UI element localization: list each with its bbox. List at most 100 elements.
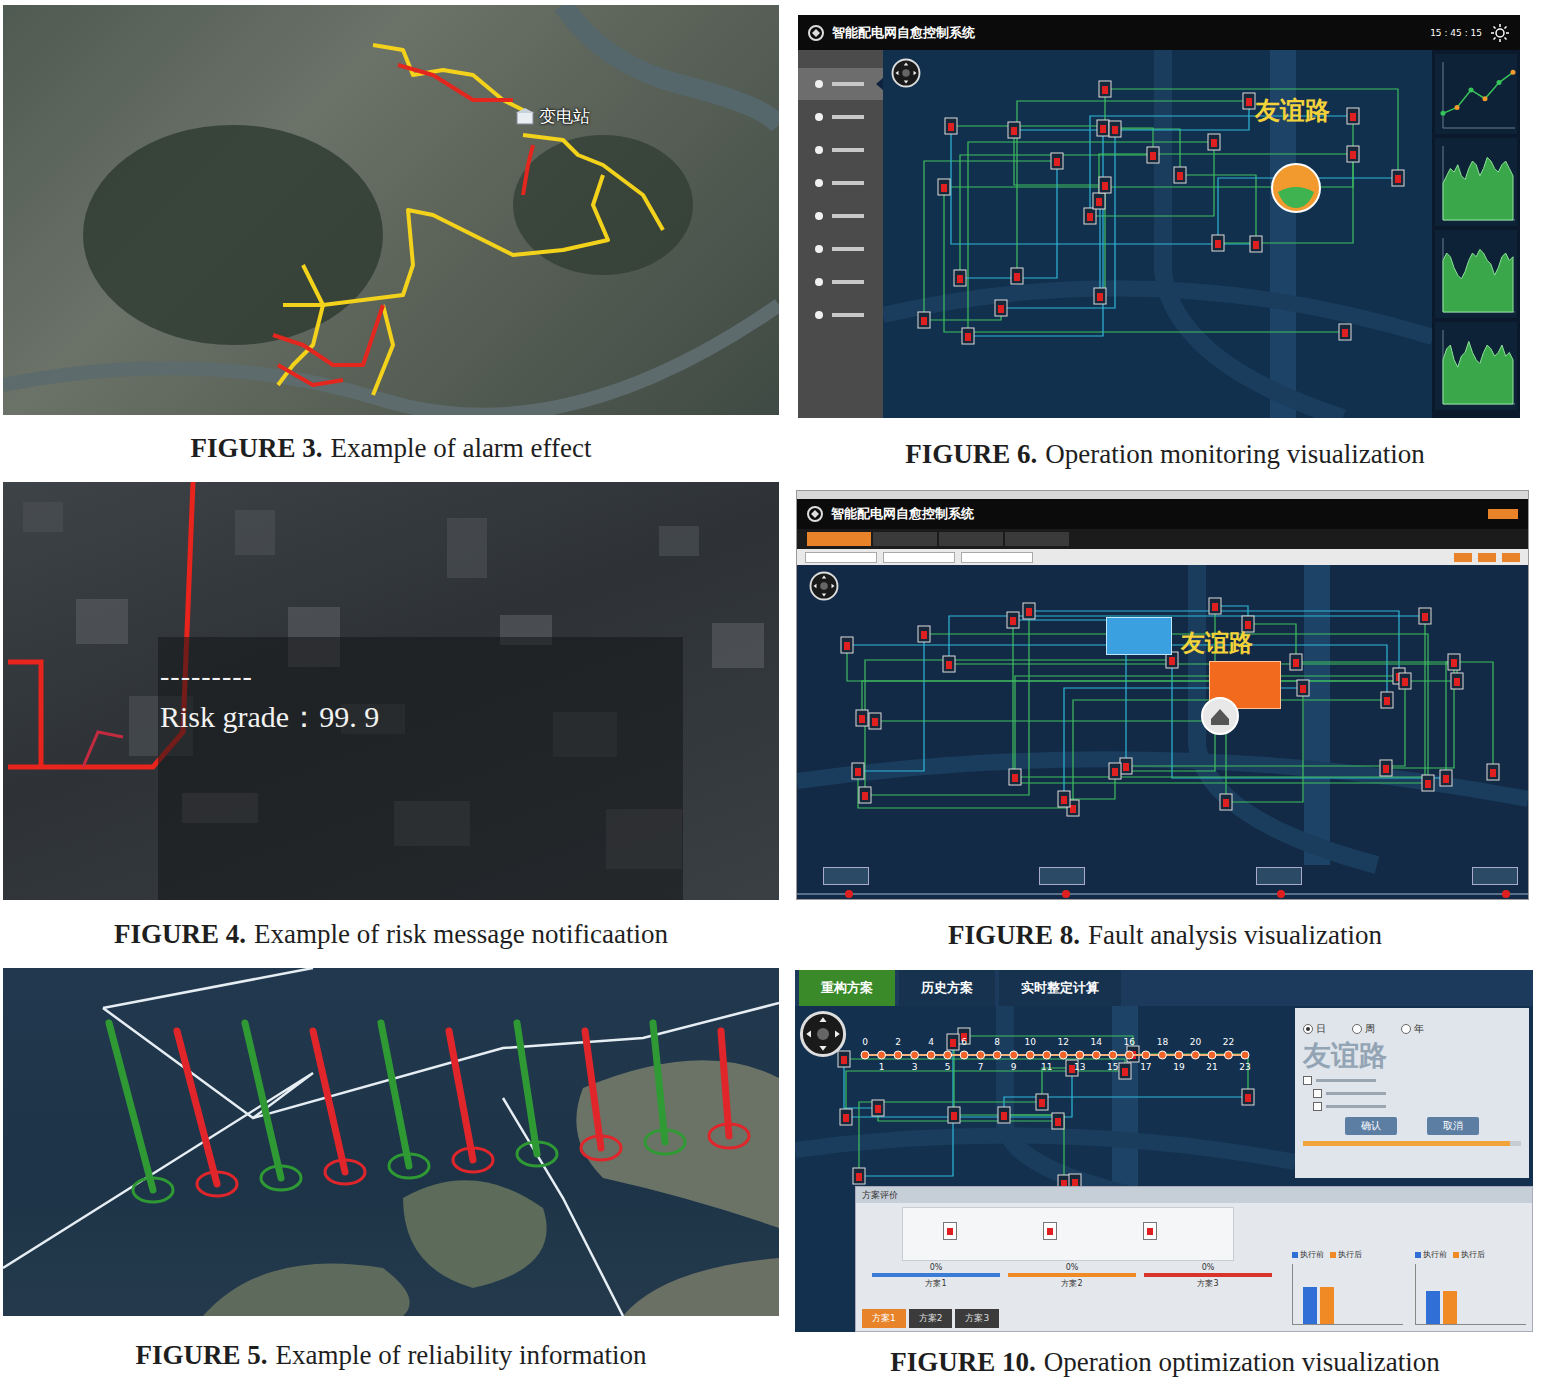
radio-circle: [1352, 1024, 1362, 1034]
switch-state: [843, 1114, 849, 1122]
filter-button[interactable]: [1478, 553, 1496, 562]
radio-option[interactable]: 周: [1352, 1022, 1375, 1036]
trend-point: [1469, 87, 1474, 92]
reliability-pin: [517, 1023, 557, 1166]
timeline-dot: [1010, 1051, 1018, 1059]
figure-caption: FIGURE 4.Example of risk message notific…: [3, 900, 779, 968]
chart-ground: [1435, 230, 1517, 318]
thumbnail[interactable]: [1256, 867, 1302, 885]
switch-node: [948, 1107, 960, 1123]
sidebar-item[interactable]: [798, 299, 883, 331]
filter-field[interactable]: [883, 552, 955, 563]
compass-arrows: [806, 1017, 840, 1051]
thumbnail-strip: [823, 867, 1518, 885]
filter-field[interactable]: [805, 552, 877, 563]
sidebar-item[interactable]: [798, 134, 883, 166]
scheme-tab[interactable]: 方案2: [909, 1309, 953, 1328]
menu-icon: [814, 178, 824, 188]
switch-node: [1422, 775, 1434, 791]
filter-button[interactable]: [1454, 553, 1472, 562]
tab[interactable]: 历史方案: [899, 970, 995, 1006]
header-button[interactable]: [1488, 509, 1518, 519]
left-column: 变电站FIGURE 3.Example of alarm effect-----…: [3, 0, 779, 1394]
switch-node: [838, 1051, 850, 1067]
timeline-tick: 9: [1006, 1062, 1022, 1072]
reliability-pin: [581, 1031, 621, 1160]
compass-icon: [809, 571, 839, 601]
thumbnail[interactable]: [1472, 867, 1518, 885]
compass-ring: [801, 1012, 844, 1055]
timeline-tick: 20: [1187, 1037, 1203, 1047]
pan-control[interactable]: [809, 571, 839, 601]
menu-label-bar: [832, 181, 864, 185]
sidebar-item[interactable]: [798, 266, 883, 298]
roof: [516, 108, 534, 113]
switch-state: [951, 1112, 957, 1120]
trend-point: [1497, 80, 1502, 85]
pin-ring: [133, 1178, 173, 1202]
compass-hub: [820, 582, 828, 590]
feeder-checkbox[interactable]: [1303, 1076, 1521, 1085]
road-band: [1304, 565, 1330, 865]
compass-ring: [893, 60, 920, 87]
switch-node: [1347, 108, 1359, 124]
timeline-tick: 17: [1138, 1062, 1154, 1072]
panel-button[interactable]: 确认: [1345, 1117, 1397, 1135]
compass-icon: [799, 1010, 847, 1058]
switch-node: [1250, 236, 1262, 252]
switch-state: [1223, 799, 1229, 807]
timeline-dot: [977, 1051, 985, 1059]
scheme-tab[interactable]: 方案1: [862, 1309, 906, 1328]
sidebar-item[interactable]: [798, 68, 883, 100]
sidebar-item[interactable]: [798, 167, 883, 199]
switch-state: [965, 333, 971, 341]
timeline-dot: [878, 1051, 886, 1059]
menu-icon: [814, 244, 824, 254]
pan-control[interactable]: [799, 1010, 847, 1058]
pan-control[interactable]: [891, 58, 921, 88]
tab[interactable]: 重构方案: [799, 970, 895, 1006]
tab[interactable]: 实时整定计算: [999, 970, 1121, 1006]
timeline-dot: [911, 1051, 919, 1059]
radio-option[interactable]: 日: [1303, 1022, 1326, 1036]
tab[interactable]: [873, 532, 937, 546]
switch-state: [1102, 86, 1108, 94]
legend-item: 执行后: [1453, 1249, 1485, 1260]
filter-button[interactable]: [1502, 553, 1520, 562]
menu-label-bar: [832, 313, 864, 317]
sidebar-item[interactable]: [798, 233, 883, 265]
menu-dot: [815, 80, 823, 88]
feeder-checkbox[interactable]: [1303, 1102, 1521, 1111]
substation-label: 变电站: [515, 105, 590, 128]
feeder-line: [951, 126, 1256, 244]
feeder-line: [968, 142, 1214, 336]
filter-field[interactable]: [961, 552, 1033, 563]
switch-node: [995, 300, 1007, 316]
sidebar-item[interactable]: [798, 101, 883, 133]
switch-state: [1383, 765, 1389, 773]
thumbnail[interactable]: [823, 867, 869, 885]
caption-number: FIGURE 8.: [948, 920, 1080, 951]
substation-icon: [1268, 160, 1324, 216]
thumbnail[interactable]: [1039, 867, 1085, 885]
feeder-line: [1015, 616, 1425, 777]
checkbox-box: [1313, 1089, 1322, 1098]
sidebar-item[interactable]: [798, 200, 883, 232]
radio-option[interactable]: 年: [1401, 1022, 1424, 1036]
tab[interactable]: [939, 532, 1003, 546]
radio-dot: [1306, 1027, 1310, 1031]
result-group: 执行前执行后: [1415, 1249, 1526, 1325]
feeder-line: [954, 1115, 1064, 1183]
switch-state: [1055, 1118, 1061, 1126]
feeder-checkbox[interactable]: [1303, 1089, 1521, 1098]
switch-node: [1147, 147, 1159, 163]
pin-stem: [313, 1031, 345, 1172]
switch-state: [1246, 98, 1252, 106]
switch-state: [862, 792, 868, 800]
panel-button[interactable]: 取消: [1427, 1117, 1479, 1135]
tab[interactable]: [807, 532, 871, 546]
tab[interactable]: [1005, 532, 1069, 546]
scheme-column: 0%方案1: [872, 1263, 1000, 1289]
scheme-tab[interactable]: 方案3: [955, 1309, 999, 1328]
app-title: 智能配电网自愈控制系统: [831, 505, 974, 523]
